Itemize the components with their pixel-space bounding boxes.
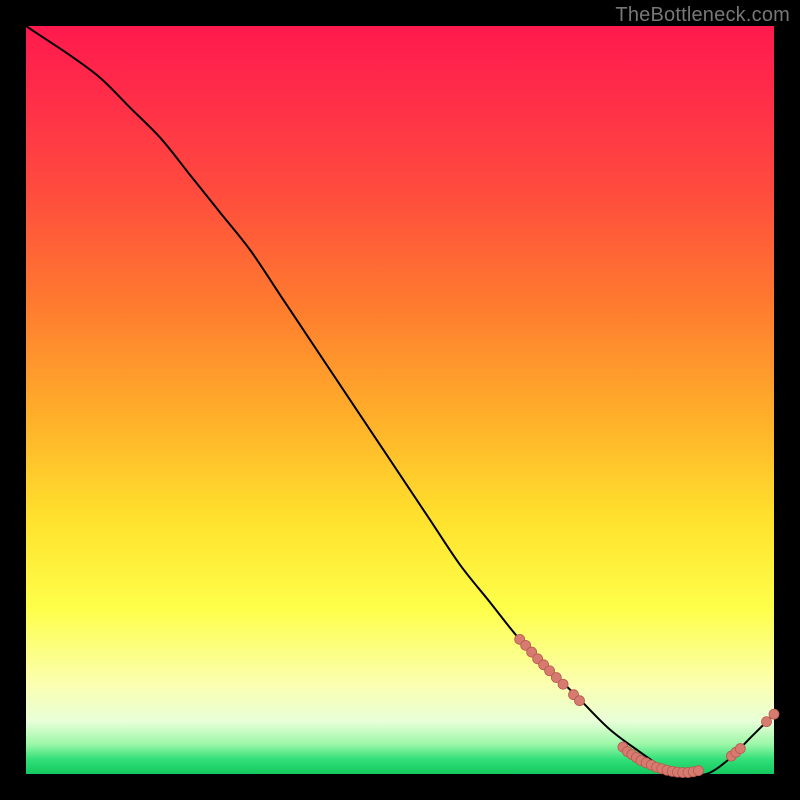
gradient-background <box>26 26 774 774</box>
watermark-text: TheBottleneck.com <box>615 4 790 27</box>
chart-stage: TheBottleneck.com <box>0 0 800 800</box>
